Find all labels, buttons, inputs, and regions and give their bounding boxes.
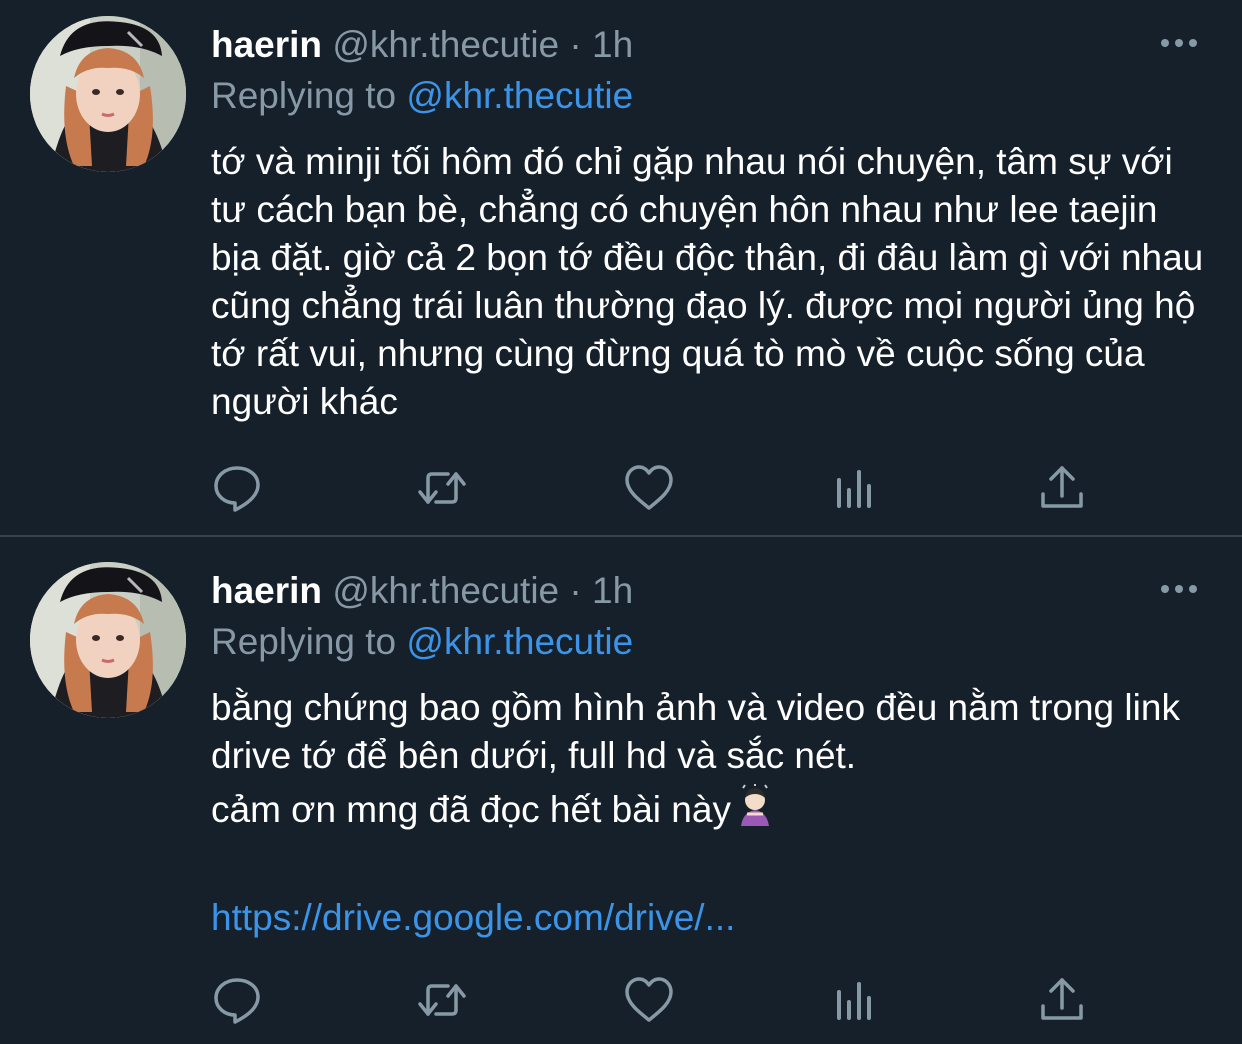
display-name[interactable]: haerin <box>211 24 322 65</box>
divider <box>0 535 1242 537</box>
comment-bubble-icon[interactable] <box>209 972 265 1028</box>
more-dots-icon[interactable] <box>1150 574 1210 604</box>
tweet-header: haerin @khr.thecutie · 1h <box>211 20 633 70</box>
person-bowing-emoji <box>733 783 777 840</box>
tweet-text-line: bằng chứng bao gồm hình ảnh và video đều… <box>211 687 1180 776</box>
handle[interactable]: @khr.thecutie <box>332 570 559 611</box>
timestamp[interactable]: 1h <box>592 570 633 611</box>
avatar[interactable] <box>30 16 186 172</box>
tweet-text-thanks: cảm ơn mng đã đọc hết bài này <box>211 789 731 830</box>
retweet-icon[interactable] <box>414 460 470 516</box>
heart-icon[interactable] <box>621 460 677 516</box>
tweet[interactable]: haerin @khr.thecutie · 1h Replying to @k… <box>0 0 1242 536</box>
tweet-actions <box>0 972 1242 1032</box>
bar-chart-icon[interactable] <box>828 972 884 1028</box>
more-dots-icon[interactable] <box>1150 28 1210 58</box>
tweet[interactable]: haerin @khr.thecutie · 1h Replying to @k… <box>0 538 1242 1044</box>
handle[interactable]: @khr.thecutie <box>332 24 559 65</box>
replying-to: Replying to @khr.thecutie <box>211 617 633 667</box>
replying-to-handle[interactable]: @khr.thecutie <box>406 75 633 116</box>
separator: · <box>569 24 582 65</box>
replying-to-handle[interactable]: @khr.thecutie <box>406 621 633 662</box>
tweet-actions <box>0 460 1242 520</box>
tweet-text: bằng chứng bao gồm hình ảnh và video đều… <box>211 684 1211 840</box>
heart-icon[interactable] <box>621 972 677 1028</box>
tweet-header: haerin @khr.thecutie · 1h <box>211 566 633 616</box>
avatar[interactable] <box>30 562 186 718</box>
replying-to-label: Replying to <box>211 621 397 662</box>
separator: · <box>569 570 582 611</box>
retweet-icon[interactable] <box>414 972 470 1028</box>
timestamp[interactable]: 1h <box>592 24 633 65</box>
share-upload-icon[interactable] <box>1034 972 1090 1028</box>
bar-chart-icon[interactable] <box>828 460 884 516</box>
share-upload-icon[interactable] <box>1034 460 1090 516</box>
tweet-text: tớ và minji tối hôm đó chỉ gặp nhau nói … <box>211 141 1204 422</box>
comment-bubble-icon[interactable] <box>209 460 265 516</box>
replying-to: Replying to @khr.thecutie <box>211 71 633 121</box>
tweet-text-line: cảm ơn mng đã đọc hết bài này <box>211 783 1211 840</box>
display-name[interactable]: haerin <box>211 570 322 611</box>
replying-to-label: Replying to <box>211 75 397 116</box>
drive-link[interactable]: https://drive.google.com/drive/... <box>211 894 735 942</box>
